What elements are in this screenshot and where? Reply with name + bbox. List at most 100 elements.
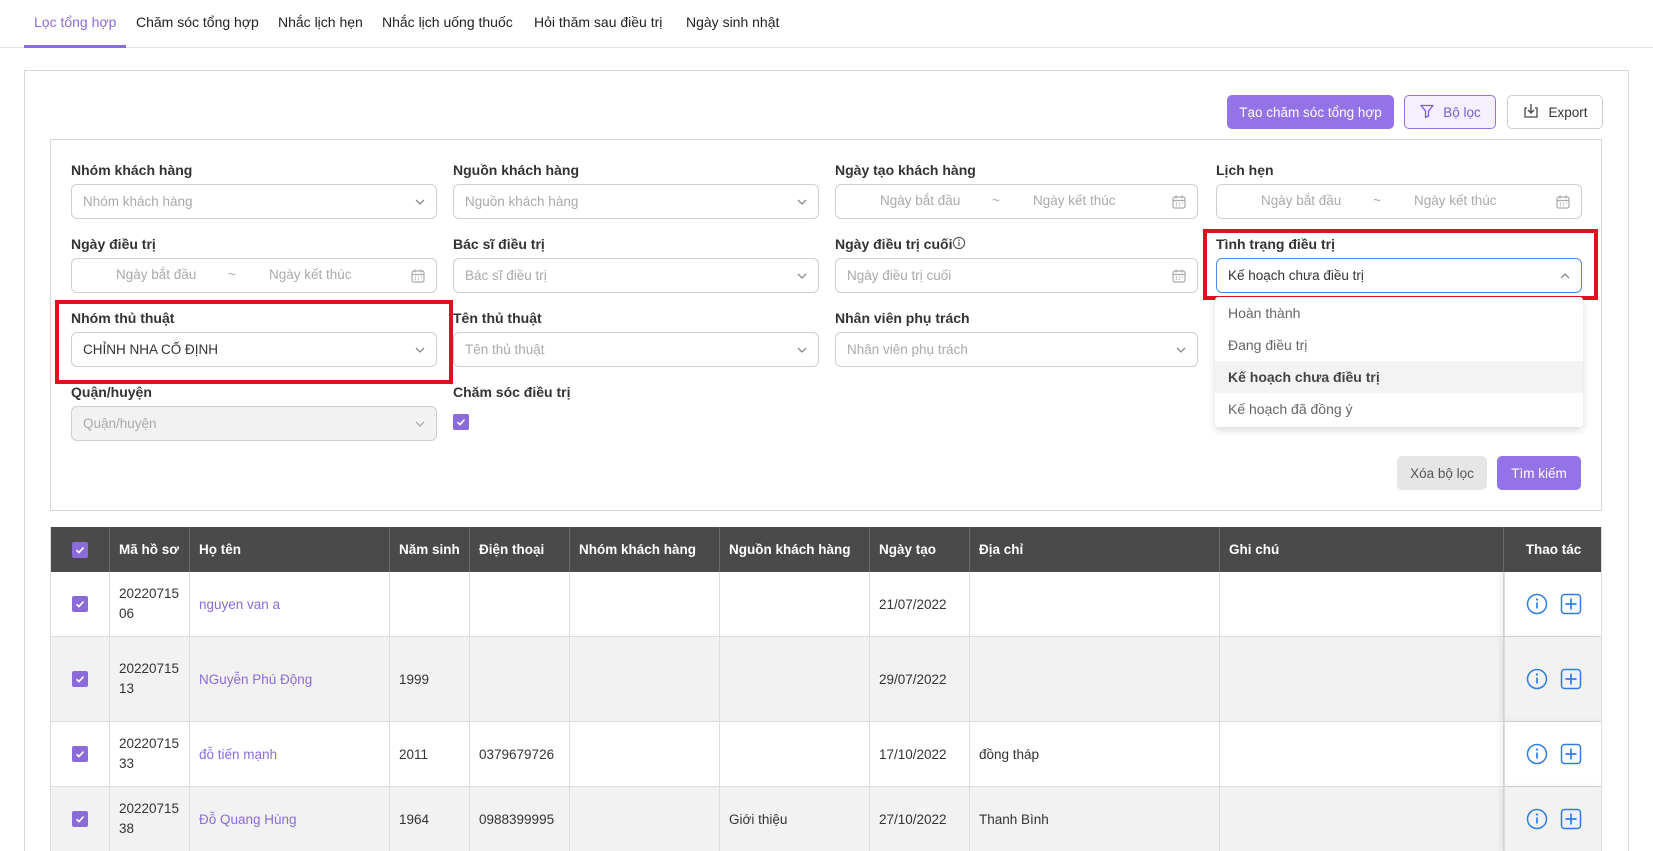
cell-code: 2022071506 bbox=[110, 572, 190, 636]
column-header-group[interactable]: Nhóm khách hàng bbox=[570, 527, 720, 572]
chevron-down-icon bbox=[415, 421, 425, 427]
cell-code: 2022071533 bbox=[110, 722, 190, 786]
row-checkbox[interactable] bbox=[72, 596, 88, 612]
info-icon[interactable] bbox=[1526, 808, 1548, 830]
cell-address bbox=[970, 572, 1220, 636]
column-header-source[interactable]: Nguồn khách hàng bbox=[720, 527, 870, 572]
add-icon[interactable] bbox=[1560, 668, 1582, 690]
last-treatment-date-input[interactable]: Ngày điều trị cuối bbox=[835, 258, 1198, 293]
tab-ngay-sinh-nhat[interactable]: Ngày sinh nhật bbox=[686, 14, 779, 30]
info-icon[interactable] bbox=[952, 236, 966, 253]
cell-birth-year: 1999 bbox=[390, 637, 470, 721]
range-separator: ~ bbox=[228, 267, 236, 282]
cell-created: 27/10/2022 bbox=[870, 787, 970, 851]
check-icon bbox=[456, 419, 466, 426]
range-end-placeholder: Ngày kết thúc bbox=[1033, 193, 1116, 208]
chevron-down-icon bbox=[797, 347, 807, 353]
column-header-birth-year[interactable]: Năm sinh bbox=[390, 527, 470, 572]
cell-code: 2022071513 bbox=[110, 637, 190, 721]
cell-group bbox=[570, 722, 720, 786]
patient-name-link[interactable]: Đỗ Quang Hùng bbox=[199, 812, 297, 827]
row-select-cell bbox=[51, 787, 110, 851]
treatment-care-checkbox[interactable] bbox=[453, 414, 469, 430]
customer-group-select[interactable]: Nhóm khách hàng bbox=[71, 184, 437, 219]
column-header-address[interactable]: Địa chỉ bbox=[970, 527, 1220, 572]
procedure-group-select[interactable]: CHỈNH NHA CỐ ĐỊNH bbox=[71, 332, 437, 367]
create-care-button[interactable]: Tạo chăm sóc tổng hợp bbox=[1227, 95, 1394, 129]
column-header-code[interactable]: Mã hồ sơ bbox=[110, 527, 190, 572]
cell-note bbox=[1220, 722, 1504, 786]
cell-group bbox=[570, 787, 720, 851]
appointment-date-range[interactable]: Ngày bắt đầu ~ Ngày kết thúc bbox=[1216, 184, 1582, 219]
tab-cham-soc-tong-hop[interactable]: Chăm sóc tổng hợp bbox=[136, 14, 259, 30]
treatment-status-value: Kế hoạch chưa điều trị bbox=[1228, 268, 1364, 283]
dropdown-option[interactable]: Kế hoạch đã đồng ý bbox=[1215, 393, 1583, 425]
range-end-placeholder: Ngày kết thúc bbox=[269, 267, 352, 282]
column-header-created[interactable]: Ngày tạo bbox=[870, 527, 970, 572]
add-icon[interactable] bbox=[1560, 593, 1582, 615]
treatment-status-select[interactable]: Kế hoạch chưa điều trị bbox=[1216, 258, 1582, 293]
check-icon bbox=[75, 601, 85, 608]
staff-select[interactable]: Nhân viên phụ trách bbox=[835, 332, 1198, 367]
row-checkbox[interactable] bbox=[72, 671, 88, 687]
range-start-placeholder: Ngày bắt đầu bbox=[116, 267, 197, 282]
range-separator: ~ bbox=[992, 193, 1000, 208]
patient-name-link[interactable]: NGuyễn Phú Động bbox=[199, 672, 312, 687]
add-icon[interactable] bbox=[1560, 808, 1582, 830]
last-treatment-date-placeholder: Ngày điều trị cuối bbox=[847, 268, 952, 283]
customer-created-date-range[interactable]: Ngày bắt đầu ~ Ngày kết thúc bbox=[835, 184, 1198, 219]
district-label: Quận/huyện bbox=[71, 384, 152, 400]
customer-source-select[interactable]: Nguồn khách hàng bbox=[453, 184, 819, 219]
treatment-date-range[interactable]: Ngày bắt đầu ~ Ngày kết thúc bbox=[71, 258, 437, 293]
column-header-note[interactable]: Ghi chú bbox=[1220, 527, 1504, 572]
search-button[interactable]: Tìm kiếm bbox=[1497, 456, 1581, 490]
tab-nhac-lich-uong-thuoc[interactable]: Nhắc lịch uống thuốc bbox=[382, 14, 513, 30]
dropdown-option-selected[interactable]: Kế hoạch chưa điều trị bbox=[1215, 361, 1583, 393]
column-header-name[interactable]: Họ tên bbox=[190, 527, 390, 572]
select-all-checkbox[interactable] bbox=[72, 541, 88, 558]
row-checkbox[interactable] bbox=[72, 746, 88, 762]
dropdown-option[interactable]: Đang điều trị bbox=[1215, 329, 1583, 361]
info-icon[interactable] bbox=[1526, 743, 1548, 765]
treatment-status-dropdown: Hoàn thành Đang điều trị Kế hoạch chưa đ… bbox=[1215, 297, 1583, 427]
customer-source-placeholder: Nguồn khách hàng bbox=[465, 194, 579, 209]
clear-filter-button[interactable]: Xóa bộ lọc bbox=[1397, 456, 1487, 490]
dropdown-option[interactable]: Hoàn thành bbox=[1215, 297, 1583, 329]
check-icon bbox=[75, 751, 85, 758]
row-actions bbox=[1504, 787, 1601, 851]
row-actions bbox=[1504, 572, 1601, 636]
table-header: Mã hồ sơ Họ tên Năm sinh Điện thoại Nhóm… bbox=[51, 527, 1601, 572]
tab-nhac-lich-hen[interactable]: Nhắc lịch hẹn bbox=[278, 14, 363, 30]
cell-address: đồng tháp bbox=[970, 722, 1220, 786]
info-icon[interactable] bbox=[1526, 593, 1548, 615]
cell-birth-year: 2011 bbox=[390, 722, 470, 786]
table-row: 2022071533 đỗ tiến mạnh 2011 0379679726 … bbox=[51, 722, 1601, 787]
cell-code: 2022071538 bbox=[110, 787, 190, 851]
chevron-down-icon bbox=[797, 273, 807, 279]
district-placeholder: Quận/huyện bbox=[83, 416, 157, 431]
column-header-phone[interactable]: Điện thoại bbox=[470, 527, 570, 572]
doctor-select[interactable]: Bác sĩ điều trị bbox=[453, 258, 819, 293]
procedure-name-select[interactable]: Tên thủ thuật bbox=[453, 332, 819, 367]
info-icon[interactable] bbox=[1526, 668, 1548, 690]
row-checkbox[interactable] bbox=[72, 811, 88, 827]
chevron-down-icon bbox=[415, 347, 425, 353]
calendar-icon bbox=[411, 269, 425, 283]
filter-toggle-button[interactable]: Bộ lọc bbox=[1404, 95, 1496, 129]
cell-phone bbox=[470, 572, 570, 636]
tab-hoi-tham-sau-dieu-tri[interactable]: Hỏi thăm sau điều trị bbox=[534, 14, 662, 30]
export-button[interactable]: Export bbox=[1507, 95, 1603, 129]
patient-name-link[interactable]: đỗ tiến mạnh bbox=[199, 747, 277, 762]
table-row: 2022071513 NGuyễn Phú Động 1999 29/07/20… bbox=[51, 637, 1601, 722]
cell-birth-year bbox=[390, 572, 470, 636]
cell-note bbox=[1220, 572, 1504, 636]
district-select[interactable]: Quận/huyện bbox=[71, 406, 437, 441]
row-select-cell bbox=[51, 637, 110, 721]
add-icon[interactable] bbox=[1560, 743, 1582, 765]
cell-name: đỗ tiến mạnh bbox=[190, 722, 390, 786]
tab-loc-tong-hop[interactable]: Lọc tổng hợp bbox=[34, 14, 116, 30]
patient-name-link[interactable]: nguyen van a bbox=[199, 597, 280, 612]
customer-group-placeholder: Nhóm khách hàng bbox=[83, 194, 193, 209]
cell-phone: 0379679726 bbox=[470, 722, 570, 786]
chevron-down-icon bbox=[415, 199, 425, 205]
